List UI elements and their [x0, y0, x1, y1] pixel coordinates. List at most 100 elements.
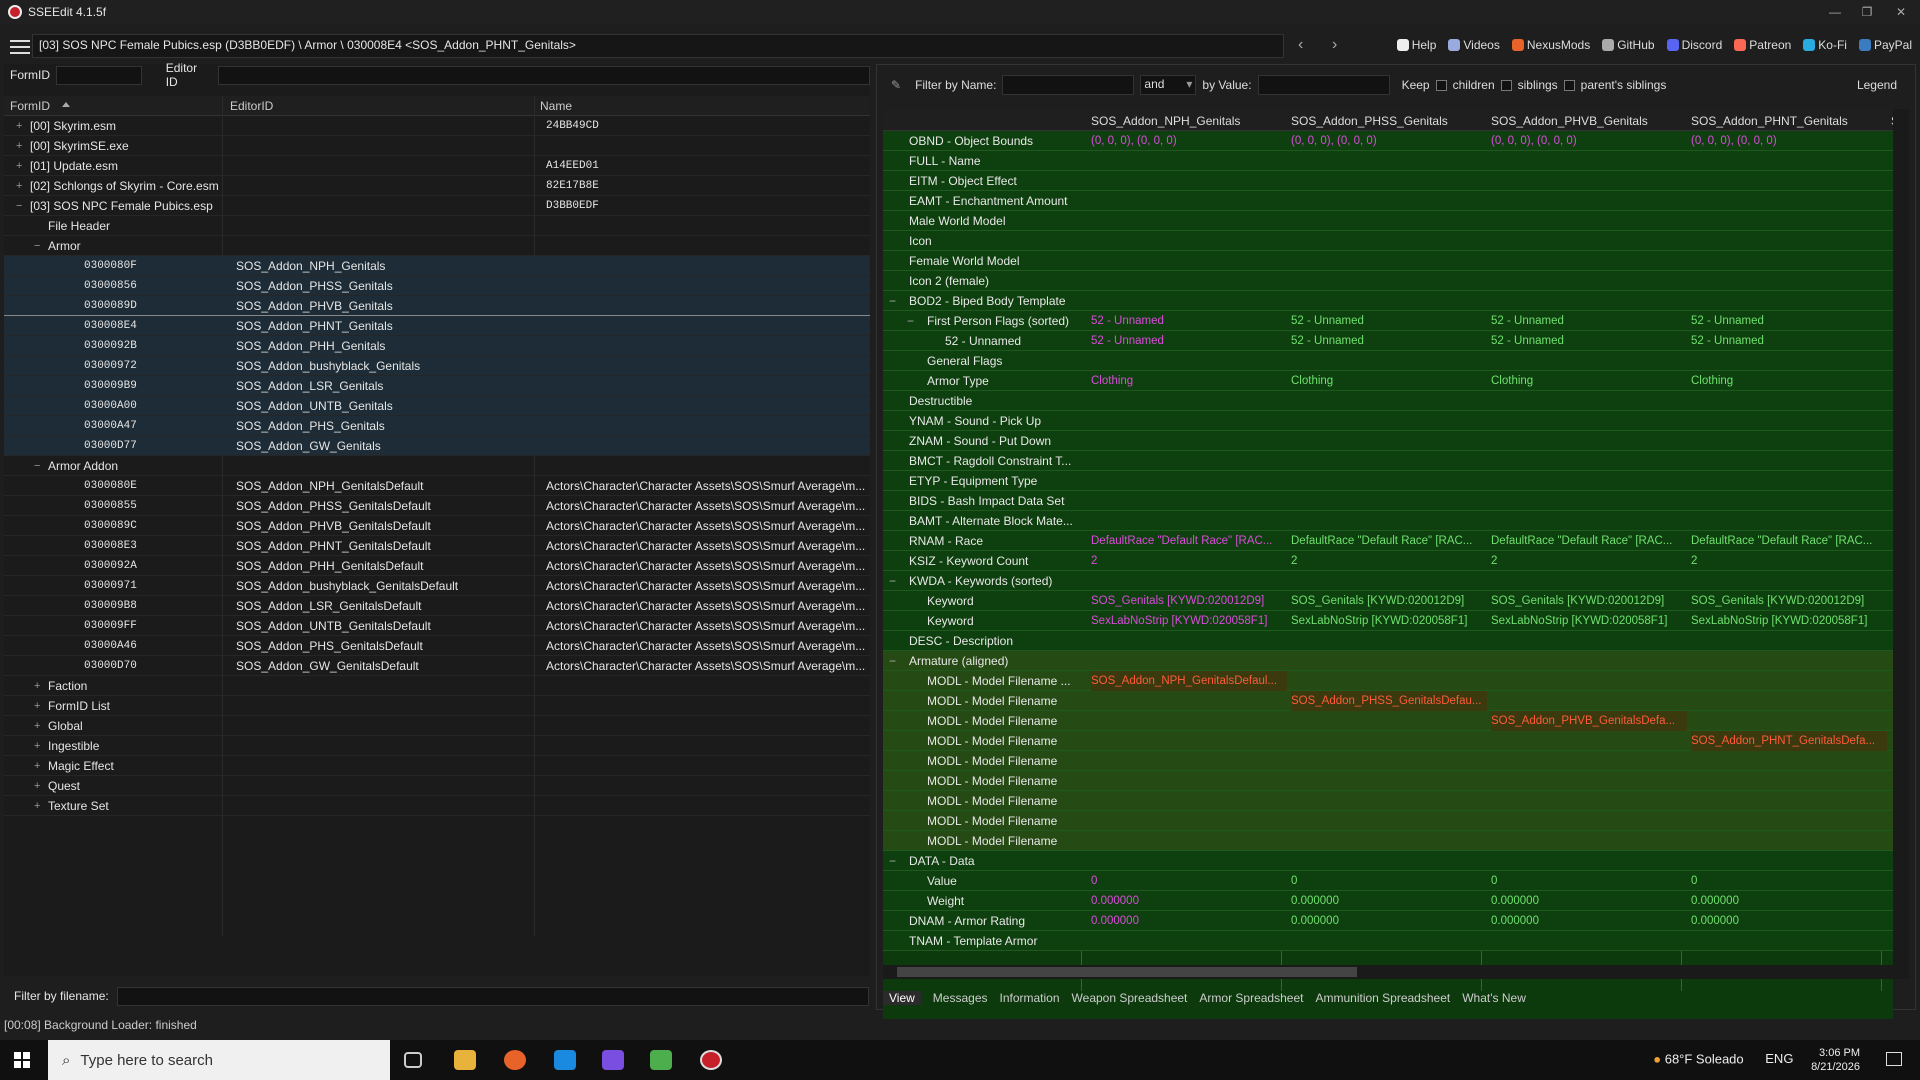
parents-siblings-checkbox[interactable] [1563, 79, 1575, 91]
field-value[interactable]: SOS_Addon_PHNT_GenitalsDefa... [1691, 731, 1887, 751]
field-value[interactable]: 52 - Unnamed [1091, 311, 1287, 331]
tree-row[interactable]: + Quest [4, 776, 870, 796]
field-value[interactable]: 0 [1091, 871, 1287, 891]
expand-icon[interactable]: + [34, 776, 40, 796]
tab-weapon-spreadsheet[interactable]: Weapon Spreadsheet [1072, 991, 1188, 1005]
field-value[interactable]: SOS_Genitals [KYWD:020012D9] [1491, 591, 1687, 611]
tree-row[interactable]: + FormID List [4, 696, 870, 716]
field-value[interactable]: DefaultRace "Default Race" [RAC... [1291, 531, 1487, 551]
grid-row[interactable]: BIDS - Bash Impact Data Set [883, 491, 1893, 511]
grid-row[interactable]: Icon 2 (female) [883, 271, 1893, 291]
grid-row[interactable]: DNAM - Armor Rating 0.000000 0.000000 0.000… [883, 911, 1893, 931]
grid-column-header[interactable]: SOS_Addon_PHNT_Genitals [1691, 114, 1848, 128]
tree-row[interactable]: 03000972 SOS_Addon_bushyblack_Genitals [4, 356, 870, 376]
grid-column-header[interactable]: SOS_Addon_PHVB_Genitals [1491, 114, 1648, 128]
collapse-icon[interactable]: − [889, 651, 896, 671]
field-value[interactable]: SOS_Genitals [KYWD:020012D9] [1291, 591, 1487, 611]
formid-input[interactable] [56, 65, 142, 85]
field-value[interactable]: 0 [1291, 871, 1487, 891]
tree-row[interactable]: 0300080F SOS_Addon_NPH_Genitals [4, 256, 870, 276]
visual-studio-icon[interactable] [602, 1050, 624, 1070]
clock-date[interactable]: 8/21/2026 [1811, 1061, 1860, 1073]
pin-icon[interactable]: ✎ [891, 78, 901, 92]
weather-text[interactable]: 68°F Soleado [1665, 1051, 1744, 1066]
siblings-checkbox[interactable] [1500, 79, 1512, 91]
filename-filter-input[interactable] [116, 986, 869, 1006]
horizontal-scrollbar[interactable] [883, 965, 1893, 979]
grid-row[interactable]: EITM - Object Effect [883, 171, 1893, 191]
expand-icon[interactable]: + [34, 716, 40, 736]
field-value[interactable]: SOS_Addon_PHVB_GenitalsDefa... [1491, 711, 1687, 731]
field-value[interactable]: SOS_Addon_NPH_GenitalsDefaul... [1091, 671, 1287, 691]
grid-row[interactable]: − BOD2 - Biped Body Template [883, 291, 1893, 311]
field-value[interactable]: 2 [1491, 551, 1687, 571]
tree-row[interactable]: 03000A47 SOS_Addon_PHS_Genitals [4, 416, 870, 436]
field-value[interactable]: 0.000000 [1291, 911, 1487, 931]
grid-row[interactable]: Male World Model [883, 211, 1893, 231]
field-value[interactable]: SOS_Genitals [KYWD:020012D9] [1091, 591, 1287, 611]
grid-row[interactable]: Female World Model [883, 251, 1893, 271]
grid-row[interactable]: − First Person Flags (sorted) 52 - Unnamed… [883, 311, 1893, 331]
field-value[interactable]: 0 [1691, 871, 1887, 891]
grid-row[interactable]: FULL - Name [883, 151, 1893, 171]
grid-row[interactable]: DESC - Description [883, 631, 1893, 651]
legend-button[interactable]: Legend [1857, 78, 1897, 92]
expand-icon[interactable]: + [34, 676, 40, 696]
grid-row[interactable]: ZNAM - Sound - Put Down [883, 431, 1893, 451]
minimize-icon[interactable]: — [1822, 0, 1848, 24]
clock-time[interactable]: 3:06 PM [1819, 1047, 1860, 1059]
field-value[interactable]: 2 [1291, 551, 1487, 571]
children-checkbox[interactable] [1435, 79, 1447, 91]
header-editorid[interactable]: EditorID [230, 99, 273, 113]
grid-row[interactable]: MODL - Model Filename SOS_Addon_PHNT_Geni… [883, 731, 1893, 751]
tree-row[interactable]: + Global [4, 716, 870, 736]
tree-row[interactable]: + [01] Update.esm A14EED01 [4, 156, 870, 176]
taskbar-search[interactable]: ⌕ Type here to search [48, 1040, 390, 1080]
tree-row[interactable]: + [00] SkyrimSE.exe [4, 136, 870, 156]
firefox-icon[interactable] [504, 1050, 526, 1070]
collapse-icon[interactable]: − [34, 236, 40, 256]
tree-row[interactable]: − Armor [4, 236, 870, 256]
tab-armor-spreadsheet[interactable]: Armor Spreadsheet [1199, 991, 1303, 1005]
grid-row[interactable]: ETYP - Equipment Type [883, 471, 1893, 491]
field-value[interactable]: (0, 0, 0), (0, 0, 0) [1691, 131, 1887, 151]
grid-row[interactable]: Value 0 0 0 0 [883, 871, 1893, 891]
grid-row[interactable]: MODL - Model Filename SOS_Addon_PHVB_Geni… [883, 711, 1893, 731]
expand-icon[interactable]: + [16, 176, 22, 196]
tree-row[interactable]: − Armor Addon [4, 456, 870, 476]
grid-row[interactable]: OBND - Object Bounds (0, 0, 0), (0, 0, 0)… [883, 131, 1893, 151]
collapse-icon[interactable]: − [889, 571, 896, 591]
field-value[interactable]: 0.000000 [1691, 891, 1887, 911]
task-view-icon[interactable] [404, 1052, 422, 1068]
field-value[interactable]: 0.000000 [1491, 911, 1687, 931]
field-value[interactable]: SexLabNoStrip [KYWD:020058F1] [1691, 611, 1887, 631]
tree-row[interactable]: + Texture Set [4, 796, 870, 816]
field-value[interactable]: (0, 0, 0), (0, 0, 0) [1291, 131, 1487, 151]
grid-row[interactable]: BAMT - Alternate Block Mate... [883, 511, 1893, 531]
grid-row[interactable]: 52 - Unnamed 52 - Unnamed 52 - Unnamed 52 -… [883, 331, 1893, 351]
link-nexusmods[interactable]: NexusMods [1511, 38, 1590, 52]
tree-row[interactable]: 030009B9 SOS_Addon_LSR_Genitals [4, 376, 870, 396]
editorid-input[interactable] [218, 65, 871, 85]
grid-row[interactable]: RNAM - Race DefaultRace "Default Race" [R… [883, 531, 1893, 551]
vertical-scrollbar[interactable] [1893, 109, 1909, 979]
tree-row[interactable]: 0300089D SOS_Addon_PHVB_Genitals [4, 296, 870, 316]
collapse-icon[interactable]: − [889, 851, 896, 871]
grid-column-header[interactable]: SOS_Addon_PHSS_Genitals [1291, 114, 1448, 128]
field-value[interactable]: 2 [1691, 551, 1887, 571]
expand-icon[interactable]: + [34, 756, 40, 776]
grid-row[interactable]: MODL - Model Filename [883, 791, 1893, 811]
notepad-icon[interactable] [650, 1050, 672, 1070]
link-paypal[interactable]: PayPal [1858, 38, 1912, 52]
collapse-icon[interactable]: − [907, 311, 914, 331]
tree-row[interactable]: + Faction [4, 676, 870, 696]
tree-row[interactable]: 0300080E SOS_Addon_NPH_GenitalsDefault Act… [4, 476, 870, 496]
expand-icon[interactable]: + [34, 696, 40, 716]
tree-row[interactable]: 03000855 SOS_Addon_PHSS_GenitalsDefault Ac… [4, 496, 870, 516]
grid-row[interactable]: MODL - Model Filename SOS_Addon_PHSS_Geni… [883, 691, 1893, 711]
link-patreon[interactable]: Patreon [1734, 38, 1791, 52]
file-explorer-icon[interactable] [454, 1050, 476, 1070]
expand-icon[interactable]: + [16, 116, 22, 136]
collapse-icon[interactable]: − [889, 291, 896, 311]
tree-row[interactable]: 03000A00 SOS_Addon_UNTB_Genitals [4, 396, 870, 416]
